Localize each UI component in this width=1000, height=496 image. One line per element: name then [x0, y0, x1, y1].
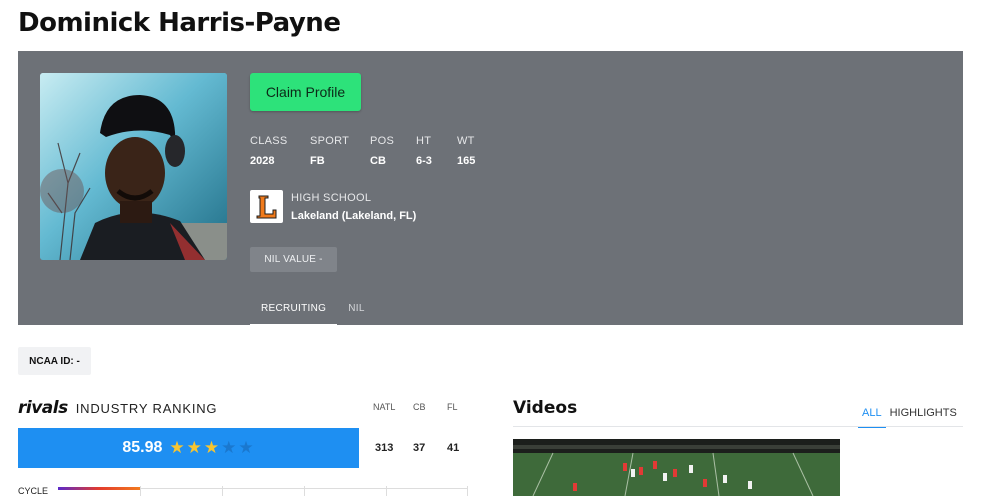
- video-tabs: ALL HIGHLIGHTS: [858, 404, 961, 428]
- school-label: HIGH SCHOOL: [291, 192, 372, 204]
- profile-hero: Claim Profile CLASS 2028 SPORT FB POS CB…: [18, 51, 963, 326]
- stat-class: CLASS 2028: [250, 135, 310, 167]
- video-thumbnail[interactable]: [513, 439, 840, 496]
- star-filled-icon: ★: [169, 438, 185, 457]
- player-photo-image: [40, 73, 227, 260]
- rivals-ranking-header: rivals INDUSTRY RANKING: [18, 398, 217, 418]
- cycle-label: CYCLE: [18, 486, 49, 496]
- cycle-tick: [304, 486, 305, 496]
- school-logo: [250, 190, 283, 223]
- rank-col-cb-label: CB: [413, 402, 426, 412]
- cycle-progress: [58, 487, 140, 490]
- rank-natl-value: 313: [375, 442, 394, 454]
- rank-col-fl-label: FL: [447, 402, 458, 412]
- videos-title: Videos: [513, 398, 578, 418]
- stat-ht-value: 6-3: [416, 155, 432, 167]
- stat-pos-value: CB: [370, 155, 386, 167]
- stat-pos: POS CB: [370, 135, 416, 167]
- stat-pos-label: POS: [370, 135, 395, 147]
- player-photo: [40, 73, 227, 260]
- video-thumbnail-image: [513, 439, 840, 496]
- tab-nil[interactable]: NIL: [337, 295, 375, 326]
- claim-profile-button[interactable]: Claim Profile: [250, 73, 361, 111]
- player-stats: CLASS 2028 SPORT FB POS CB HT 6-3 WT 165: [250, 135, 497, 167]
- high-school[interactable]: HIGH SCHOOL Lakeland (Lakeland, FL): [250, 190, 416, 223]
- stat-wt-value: 165: [457, 155, 476, 167]
- cycle-tick: [467, 486, 468, 496]
- player-name: Dominick Harris-Payne: [18, 8, 341, 38]
- profile-tabs: RECRUITING NIL: [250, 295, 376, 326]
- rank-col-natl-label: NATL: [373, 402, 396, 412]
- star-filled-icon: ★: [186, 438, 202, 457]
- stat-class-label: CLASS: [250, 135, 288, 147]
- stat-wt: WT 165: [457, 135, 497, 167]
- stat-sport-value: FB: [310, 155, 325, 167]
- star-filled-icon: ★: [203, 438, 220, 457]
- stat-wt-label: WT: [457, 135, 475, 147]
- rating-value: 85.98: [122, 439, 163, 456]
- stat-ht-label: HT: [416, 135, 432, 147]
- videos-divider: [513, 426, 963, 427]
- video-tab-highlights[interactable]: HIGHLIGHTS: [886, 404, 961, 428]
- cycle-tick: [222, 486, 223, 496]
- school-logo-icon: [256, 195, 276, 218]
- star-empty-icon: ★: [221, 438, 237, 457]
- star-empty-icon: ★: [238, 438, 254, 457]
- industry-ranking-label: INDUSTRY RANKING: [75, 401, 218, 416]
- stat-sport-label: SPORT: [310, 135, 350, 147]
- rating-bar: 85.98 ★ ★ ★ ★ ★: [18, 428, 359, 468]
- rank-cb-value: 37: [413, 442, 426, 454]
- stat-sport: SPORT FB: [310, 135, 370, 167]
- cycle-tick: [386, 486, 387, 496]
- nil-value-button[interactable]: NIL VALUE -: [250, 247, 337, 272]
- tab-recruiting[interactable]: RECRUITING: [250, 295, 338, 326]
- video-tab-all[interactable]: ALL: [858, 404, 886, 428]
- school-name[interactable]: Lakeland (Lakeland, FL): [291, 210, 416, 222]
- stat-ht: HT 6-3: [416, 135, 457, 167]
- ncaa-id-badge: NCAA ID: -: [18, 347, 91, 375]
- rank-fl-value: 41: [447, 442, 460, 454]
- cycle-tick: [140, 486, 141, 496]
- stat-class-value: 2028: [250, 155, 275, 167]
- star-rating: ★ ★ ★ ★ ★: [168, 438, 254, 458]
- rivals-logo: rivals: [18, 398, 68, 418]
